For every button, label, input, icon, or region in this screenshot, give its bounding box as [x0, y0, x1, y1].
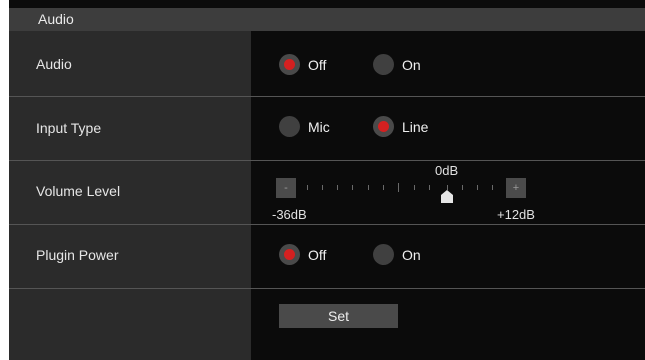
audio-off-radio[interactable]: Off [279, 54, 326, 75]
slider-tick [337, 185, 338, 190]
plugin-power-on-label: On [402, 246, 421, 263]
audio-on-radio[interactable]: On [373, 54, 421, 75]
plugin-power-label: Plugin Power [36, 247, 119, 263]
volume-current-value: 0dB [435, 163, 459, 178]
set-button[interactable]: Set [279, 304, 398, 328]
slider-tick [368, 185, 369, 190]
volume-min-label: -36dB [272, 207, 307, 222]
plugin-power-off-radio[interactable]: Off [279, 244, 326, 265]
volume-slider-thumb-icon[interactable] [441, 190, 453, 203]
section-title: Audio [38, 11, 74, 27]
row-divider [9, 96, 645, 97]
slider-tick [307, 185, 308, 190]
slider-tick [492, 185, 493, 190]
slider-tick [322, 185, 323, 190]
section-header: Audio [9, 8, 645, 31]
input-type-line-radio[interactable]: Line [373, 116, 428, 137]
audio-on-label: On [402, 56, 421, 73]
slider-tick [462, 185, 463, 190]
volume-increment-button[interactable]: + [506, 178, 526, 198]
radio-selected-icon [373, 116, 394, 137]
radio-selected-icon [279, 244, 300, 265]
input-type-mic-label: Mic [308, 118, 330, 135]
input-type-mic-radio[interactable]: Mic [279, 116, 330, 137]
plugin-power-off-label: Off [308, 246, 327, 263]
slider-tick [383, 185, 384, 190]
radio-unselected-icon [373, 244, 394, 265]
slider-tick [477, 185, 478, 190]
volume-decrement-button[interactable]: - [276, 178, 296, 198]
row-divider [9, 224, 645, 225]
radio-unselected-icon [279, 116, 300, 137]
slider-tick [429, 185, 430, 190]
slider-tick [414, 185, 415, 190]
row-divider [9, 160, 645, 161]
input-type-line-label: Line [402, 118, 429, 135]
volume-max-label: +12dB [497, 207, 535, 222]
row-divider [9, 288, 645, 289]
volume-level-label: Volume Level [36, 183, 121, 199]
radio-selected-icon [279, 54, 300, 75]
slider-tick [352, 185, 353, 190]
slider-tick [398, 183, 399, 192]
audio-off-label: Off [308, 56, 327, 73]
input-type-label: Input Type [36, 120, 102, 136]
plugin-power-on-radio[interactable]: On [373, 244, 421, 265]
radio-unselected-icon [373, 54, 394, 75]
slider-tick [447, 185, 448, 190]
audio-label: Audio [36, 56, 72, 72]
